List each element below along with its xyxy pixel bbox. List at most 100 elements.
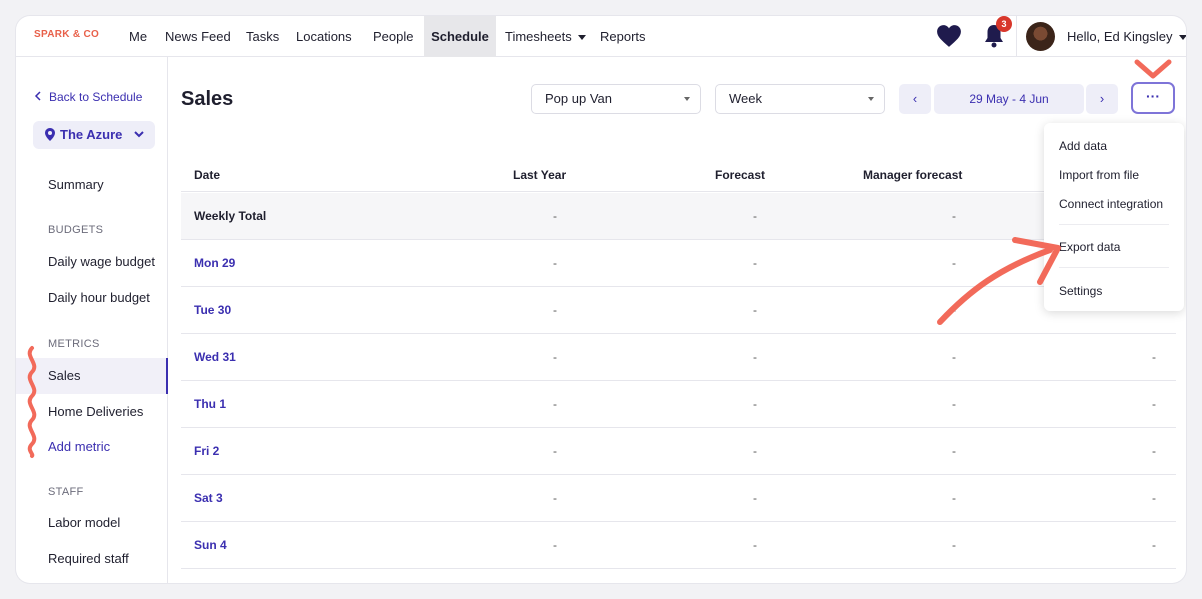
row-value[interactable]: - — [753, 397, 757, 411]
row-value[interactable]: - — [952, 303, 956, 317]
row-value[interactable]: - — [553, 303, 557, 317]
row-date[interactable]: Sun 4 — [194, 538, 227, 552]
column-last-year: Last Year — [513, 168, 567, 182]
row-date[interactable]: Thu 1 — [194, 397, 226, 411]
period-select[interactable]: Week — [715, 84, 885, 114]
table-row: Fri 2 - - - - — [181, 428, 1176, 475]
top-nav: SPARK & CO Me News Feed Tasks Locations … — [16, 16, 1186, 57]
row-value[interactable]: - — [553, 444, 557, 458]
nav-me[interactable]: Me — [119, 16, 157, 57]
row-value[interactable]: - — [553, 256, 557, 270]
sidebar-item-daily-hour-budget[interactable]: Daily hour budget — [16, 280, 168, 316]
sidebar-item-labor-model[interactable]: Labor model — [16, 505, 168, 541]
nav-locations[interactable]: Locations — [286, 16, 362, 57]
row-value[interactable]: - — [553, 538, 557, 552]
row-value[interactable]: - — [553, 350, 557, 364]
sidebar-item-sales[interactable]: Sales — [16, 358, 168, 394]
menu-item-add-data[interactable]: Add data — [1059, 139, 1107, 153]
row-value[interactable]: - — [952, 538, 956, 552]
chevron-left-icon — [34, 91, 41, 101]
sidebar-item-daily-wage-budget[interactable]: Daily wage budget — [16, 244, 168, 280]
nav-timesheets[interactable]: Timesheets — [495, 16, 596, 57]
row-value[interactable]: - — [952, 444, 956, 458]
row-value[interactable]: - — [952, 256, 956, 270]
sidebar-item-summary[interactable]: Summary — [16, 167, 168, 203]
row-value[interactable]: - — [753, 491, 757, 505]
menu-divider — [1059, 224, 1169, 225]
nav-reports[interactable]: Reports — [590, 16, 656, 57]
table-row-weekly-total: Weekly Total - - - — [181, 193, 1176, 240]
nav-schedule[interactable]: Schedule — [424, 16, 496, 57]
column-date: Date — [194, 168, 221, 182]
table-row: Sat 3 - - - - — [181, 475, 1176, 522]
sidebar-item-add-metric[interactable]: Add metric — [16, 429, 168, 465]
row-date[interactable]: Mon 29 — [194, 256, 235, 270]
more-options-button[interactable]: ··· — [1131, 82, 1175, 114]
notification-badge: 3 — [996, 16, 1012, 32]
brand-logo[interactable]: SPARK & CO — [34, 29, 99, 40]
nav-timesheets-label: Timesheets — [505, 29, 572, 44]
menu-item-export-data[interactable]: Export data — [1059, 240, 1120, 254]
row-date[interactable]: Fri 2 — [194, 444, 219, 458]
row-value[interactable]: - — [753, 256, 757, 270]
table-header: Date Last Year Forecast Manager forecast — [181, 156, 1176, 192]
location-name: The Azure — [60, 127, 123, 142]
row-value[interactable]: - — [1152, 397, 1156, 411]
heart-icon[interactable] — [936, 24, 962, 48]
sidebar: Back to Schedule The Azure Summary BUDGE… — [16, 57, 168, 583]
nav-tasks[interactable]: Tasks — [236, 16, 289, 57]
table-row: Wed 31 - - - - — [181, 334, 1176, 381]
row-value[interactable]: - — [753, 444, 757, 458]
sidebar-heading-budgets: BUDGETS — [48, 224, 104, 236]
row-value[interactable]: - — [952, 209, 956, 223]
row-value[interactable]: - — [1152, 350, 1156, 364]
back-to-schedule-link[interactable]: Back to Schedule — [34, 90, 142, 104]
nav-divider — [1016, 16, 1017, 57]
user-greeting: Hello, Ed Kingsley — [1067, 29, 1173, 44]
prev-week-button[interactable]: ‹ — [899, 84, 931, 114]
menu-item-connect-integration[interactable]: Connect integration — [1059, 197, 1163, 211]
row-date[interactable]: Wed 31 — [194, 350, 236, 364]
avatar[interactable] — [1026, 22, 1055, 51]
row-value[interactable]: - — [952, 350, 956, 364]
page-title: Sales — [181, 88, 234, 110]
date-range[interactable]: 29 May - 4 Jun — [934, 84, 1084, 114]
menu-item-import-from-file[interactable]: Import from file — [1059, 168, 1139, 182]
row-value[interactable]: - — [952, 397, 956, 411]
row-date[interactable]: Sat 3 — [194, 491, 223, 505]
column-forecast: Forecast — [715, 168, 766, 182]
row-value[interactable]: - — [753, 303, 757, 317]
nav-people[interactable]: People — [363, 16, 423, 57]
row-value[interactable]: - — [753, 209, 757, 223]
location-filter-value: Pop up Van — [545, 91, 612, 106]
table-row: Tue 30 - - - — [181, 287, 1176, 334]
table-row: Mon 29 - - - — [181, 240, 1176, 287]
row-date[interactable]: Tue 30 — [194, 303, 231, 317]
sidebar-heading-staff: STAFF — [48, 486, 84, 498]
next-week-button[interactable]: › — [1086, 84, 1118, 114]
more-icon: ··· — [1146, 88, 1160, 104]
location-selector[interactable]: The Azure — [33, 121, 155, 149]
location-filter-select[interactable]: Pop up Van — [531, 84, 701, 114]
chevron-down-icon — [684, 97, 690, 101]
user-menu[interactable]: Hello, Ed Kingsley — [1067, 16, 1186, 57]
row-value[interactable]: - — [753, 350, 757, 364]
sidebar-item-required-staff[interactable]: Required staff — [16, 541, 168, 577]
row-value[interactable]: - — [1152, 444, 1156, 458]
back-label: Back to Schedule — [49, 90, 143, 104]
table-row: Sun 4 - - - - — [181, 522, 1176, 569]
row-value[interactable]: - — [553, 397, 557, 411]
chevron-down-icon — [868, 97, 874, 101]
sidebar-item-home-deliveries[interactable]: Home Deliveries — [16, 394, 168, 430]
row-value[interactable]: - — [553, 209, 557, 223]
row-value[interactable]: - — [952, 491, 956, 505]
row-value[interactable]: - — [753, 538, 757, 552]
table-row: Thu 1 - - - - — [181, 381, 1176, 428]
row-value[interactable]: - — [1152, 491, 1156, 505]
menu-item-settings[interactable]: Settings — [1059, 284, 1102, 298]
chevron-down-icon — [134, 131, 144, 138]
nav-news-feed[interactable]: News Feed — [155, 16, 241, 57]
row-value[interactable]: - — [1152, 538, 1156, 552]
row-value[interactable]: - — [553, 491, 557, 505]
map-pin-icon — [45, 128, 55, 141]
